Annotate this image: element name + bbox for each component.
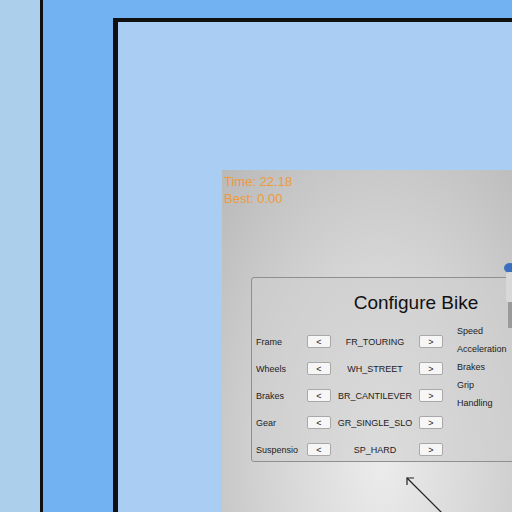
prev-button[interactable]: <: [307, 335, 331, 348]
best-readout: Best: 0.00: [224, 190, 512, 207]
option-value: BR_CANTILEVER: [331, 391, 419, 401]
stat-label: Acceleration: [457, 340, 507, 358]
next-button[interactable]: >: [419, 389, 443, 402]
option-row: Frame<FR_TOURING>: [256, 328, 443, 355]
option-label: Wheels: [256, 364, 307, 374]
option-row: Wheels<WH_STREET>: [256, 355, 443, 382]
option-label: Frame: [256, 337, 307, 347]
time-readout: Time: 22.18: [224, 173, 512, 190]
option-value: FR_TOURING: [331, 337, 419, 347]
prev-button[interactable]: <: [307, 416, 331, 429]
bike-model-icon: [500, 262, 512, 332]
left-strip: [0, 0, 40, 512]
option-value: SP_HARD: [331, 445, 419, 455]
next-button[interactable]: >: [419, 362, 443, 375]
option-row: Brakes<BR_CANTILEVER>: [256, 382, 443, 409]
prev-button[interactable]: <: [307, 443, 331, 456]
option-row: Gear<GR_SINGLE_SLO>: [256, 409, 443, 436]
game-screenshot: Time: 22.18Best: 0.00 Configure Bike Frame…: [222, 170, 512, 512]
next-button[interactable]: >: [419, 335, 443, 348]
hud: Time: 22.18Best: 0.00: [222, 170, 512, 277]
outer-frame: Time: 22.18Best: 0.00 Configure Bike Frame…: [40, 0, 512, 512]
option-label: Suspensio: [256, 445, 307, 455]
prev-button[interactable]: <: [307, 389, 331, 402]
stat-label: Brakes: [457, 358, 507, 376]
inner-frame: Time: 22.18Best: 0.00 Configure Bike Frame…: [113, 18, 512, 512]
stat-label: Grip: [457, 376, 507, 394]
prev-button[interactable]: <: [307, 362, 331, 375]
option-label: Gear: [256, 418, 307, 428]
next-button[interactable]: >: [419, 443, 443, 456]
stat-label: Speed: [457, 322, 507, 340]
panel-title: Configure Bike: [256, 290, 512, 316]
option-value: WH_STREET: [331, 364, 419, 374]
stat-list: SpeedAccelerationBrakesGripHandling: [457, 322, 507, 463]
next-button[interactable]: >: [419, 416, 443, 429]
stat-label: Handling: [457, 394, 507, 412]
annotation-arrow-icon: [405, 476, 445, 512]
option-label: Brakes: [256, 391, 307, 401]
page: Time: 22.18Best: 0.00 Configure Bike Frame…: [0, 0, 512, 512]
option-value: GR_SINGLE_SLO: [331, 418, 419, 428]
option-list: Frame<FR_TOURING>Wheels<WH_STREET>Brakes…: [256, 328, 443, 463]
configure-panel: Configure BikeFrame<FR_TOURING>Wheels<WH…: [251, 277, 512, 462]
option-row: Suspensio<SP_HARD>: [256, 436, 443, 463]
